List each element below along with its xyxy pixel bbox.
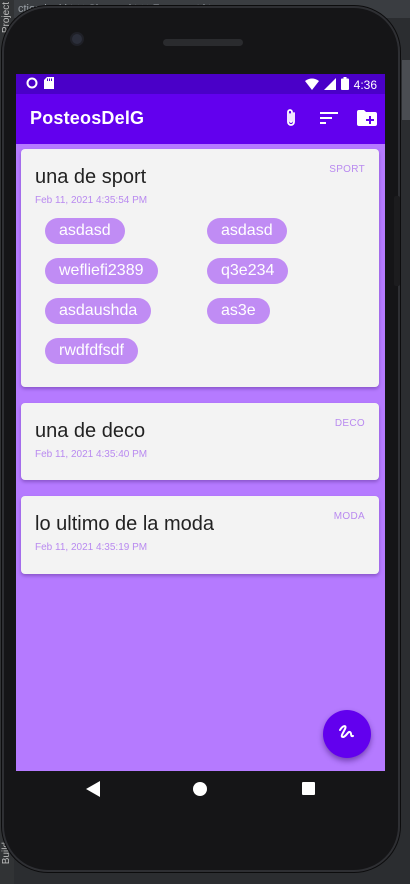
home-icon [193, 781, 207, 801]
app-title: PosteosDelG [30, 108, 145, 128]
ide-right-scroll [402, 60, 410, 120]
post-title: lo ultimo de la moda [35, 513, 214, 535]
post-date: Feb 11, 2021 4:35:40 PM [35, 449, 148, 460]
recents-button[interactable] [298, 781, 318, 801]
circle-notification-icon [26, 77, 38, 92]
post-category: DECO [334, 418, 365, 429]
post-title: una de deco [35, 420, 146, 442]
sort-button[interactable] [315, 106, 343, 134]
new-folder-button[interactable] [353, 106, 381, 134]
recents-icon [301, 782, 315, 800]
app-bar: PosteosDelG [16, 94, 385, 144]
back-icon [86, 780, 100, 802]
earpiece-speaker [163, 39, 243, 46]
post-date: Feb 11, 2021 4:35:19 PM [35, 542, 148, 553]
front-camera [72, 34, 82, 44]
android-nav-bar [16, 771, 385, 811]
tag-chip[interactable]: asdaushda [45, 298, 152, 324]
tag-chip[interactable]: asdasd [207, 218, 287, 244]
draw-icon [338, 724, 356, 745]
tag-chip[interactable]: rwdfdfsdf [45, 338, 138, 364]
new-folder-icon [357, 109, 377, 131]
status-bar: 4:36 [16, 74, 385, 94]
new-post-fab[interactable] [323, 710, 371, 758]
post-category: MODA [333, 511, 365, 522]
status-time: 4:36 [353, 78, 377, 92]
home-button[interactable] [190, 781, 210, 801]
post-date: Feb 11, 2021 4:35:54 PM [35, 195, 148, 206]
sort-icon [320, 111, 338, 130]
signal-icon [323, 77, 336, 93]
app-screen: 4:36 PosteosDelG una de sport Feb 11, 20… [16, 74, 385, 771]
sd-card-icon [44, 77, 54, 92]
tag-chip[interactable]: wefliefi2389 [45, 258, 158, 284]
post-card[interactable]: lo ultimo de la moda Feb 11, 2021 4:35:1… [21, 496, 379, 574]
attach-icon [284, 108, 298, 133]
post-title: una de sport [35, 166, 147, 188]
post-category: SPORT [329, 164, 365, 175]
tag-chip[interactable]: asdasd [45, 218, 125, 244]
tag-chip[interactable]: as3e [207, 298, 270, 324]
post-card[interactable]: una de deco Feb 11, 2021 4:35:40 PM DECO [21, 403, 379, 480]
back-button[interactable] [83, 780, 103, 802]
battery-icon [340, 77, 349, 93]
phone-side-button [394, 196, 400, 286]
wifi-icon [304, 78, 319, 93]
tag-chip[interactable]: q3e234 [207, 258, 289, 284]
post-card[interactable]: una de sport Feb 11, 2021 4:35:54 PM SPO… [21, 149, 379, 387]
attach-button[interactable] [277, 106, 305, 134]
